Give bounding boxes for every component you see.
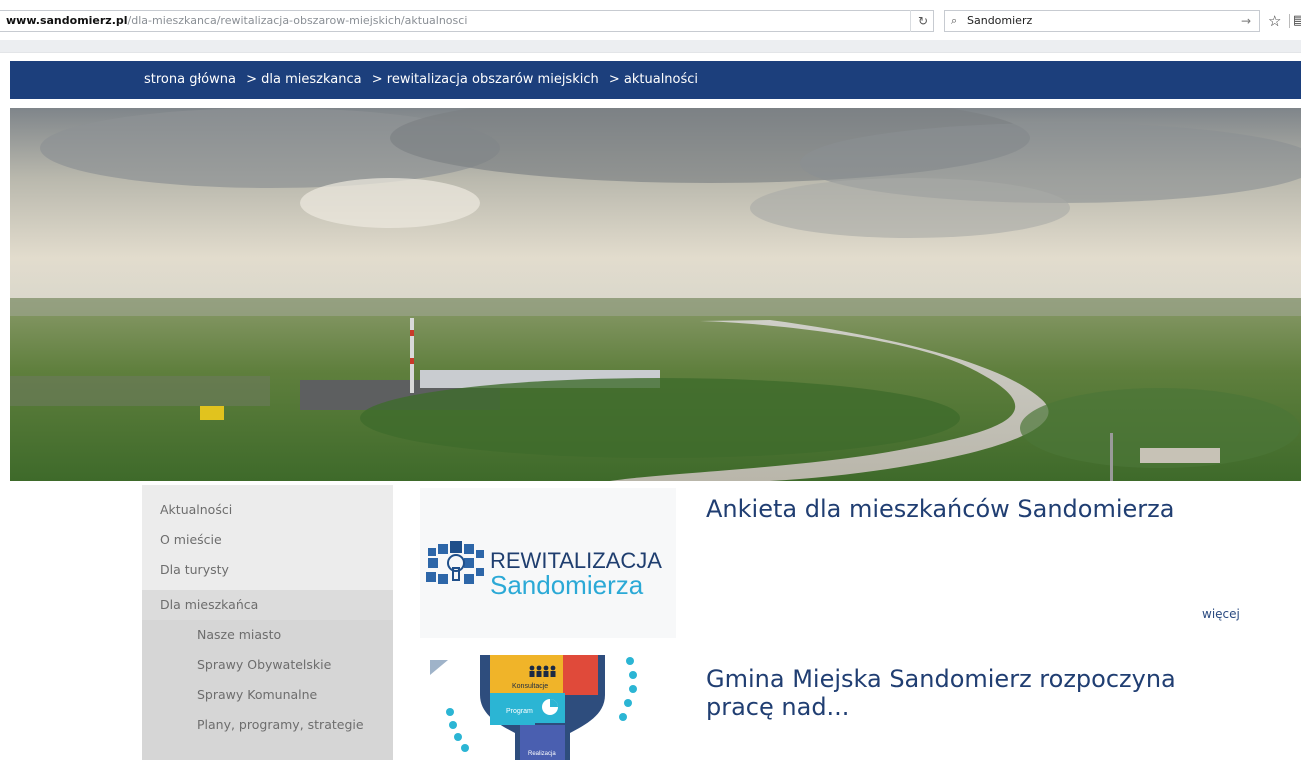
reading-list-icon[interactable]: ▤	[1293, 10, 1301, 32]
read-more-link[interactable]: więcej	[1202, 607, 1240, 621]
breadcrumb-bar: strona główna > dla mieszkanca > rewital…	[10, 61, 1301, 99]
article-title-survey[interactable]: Ankieta dla mieszkańców Sandomierza	[706, 495, 1174, 523]
toolbar-divider	[1289, 14, 1290, 28]
url-domain: www.sandomierz.pl	[6, 14, 128, 27]
bookmark-star-icon[interactable]: ☆	[1268, 10, 1281, 32]
article-title-city-starts-work[interactable]: Gmina Miejska Sandomierz rozpoczyna prac…	[706, 665, 1176, 721]
search-value: Sandomierz	[967, 14, 1033, 27]
breadcrumb-news[interactable]: > aktualności	[609, 72, 698, 87]
graphic-label-implementation: Realizacja	[528, 751, 556, 757]
sidebar-subitem-municipal-affairs[interactable]: Sprawy Komunalne	[142, 680, 393, 710]
address-bar[interactable]: www.sandomierz.pl/dla-mieszkanca/rewital…	[0, 10, 934, 32]
sidebar-subitem-civic-affairs[interactable]: Sprawy Obywatelskie	[142, 650, 393, 680]
sidebar-subitem-plans[interactable]: Plany, programy, strategie	[142, 710, 393, 740]
article-title-line2: pracę nad...	[706, 693, 850, 721]
sidebar-item-resident[interactable]: Dla mieszkańca	[142, 590, 393, 620]
sidebar-item-about-city[interactable]: O mieście	[142, 525, 393, 555]
breadcrumb-revitalization[interactable]: > rewitalizacja obszarów miejskich	[372, 72, 599, 87]
sidebar-subitem-our-city[interactable]: Nasze miasto	[142, 620, 393, 650]
sidebar-submenu: Nasze miasto Sprawy Obywatelskie Sprawy …	[142, 620, 393, 760]
reload-icon[interactable]: ↻	[910, 10, 935, 32]
article-title-line1: Gmina Miejska Sandomierz rozpoczyna	[706, 665, 1176, 693]
search-input[interactable]: ⌕ Sandomierz →	[944, 10, 1260, 32]
toolbar-strip	[0, 40, 1301, 52]
article-thumbnail-revitalization-logo[interactable]: REWITALIZACJA Sandomierza	[420, 488, 676, 638]
sidebar-menu: Aktualności O mieście Dla turysty Dla mi…	[142, 485, 393, 760]
breadcrumb-resident[interactable]: > dla mieszkanca	[246, 72, 361, 87]
revitalization-logo-icon	[426, 541, 484, 584]
sidebar-item-news[interactable]: Aktualności	[142, 495, 393, 525]
search-go-icon[interactable]: →	[1241, 11, 1251, 31]
graphic-label-program: Program	[506, 708, 533, 715]
breadcrumb-home[interactable]: strona główna	[144, 72, 236, 87]
article-thumbnail-consultation-graphic[interactable]: Konsultacje Program Realizacja	[420, 655, 676, 760]
graphic-label-consultation: Konsultacje	[512, 683, 548, 690]
logo-text-line2: Sandomierza	[490, 570, 644, 600]
pie-chart-icon	[542, 699, 558, 715]
breadcrumb: strona główna > dla mieszkanca > rewital…	[144, 61, 704, 99]
hero-panorama-image	[10, 108, 1301, 481]
url-path: /dla-mieszkanca/rewitalizacja-obszarow-m…	[127, 14, 468, 27]
sidebar-item-tourist[interactable]: Dla turysty	[142, 555, 393, 585]
search-icon: ⌕	[951, 14, 958, 27]
browser-toolbar: www.sandomierz.pl/dla-mieszkanca/rewital…	[0, 0, 1301, 53]
